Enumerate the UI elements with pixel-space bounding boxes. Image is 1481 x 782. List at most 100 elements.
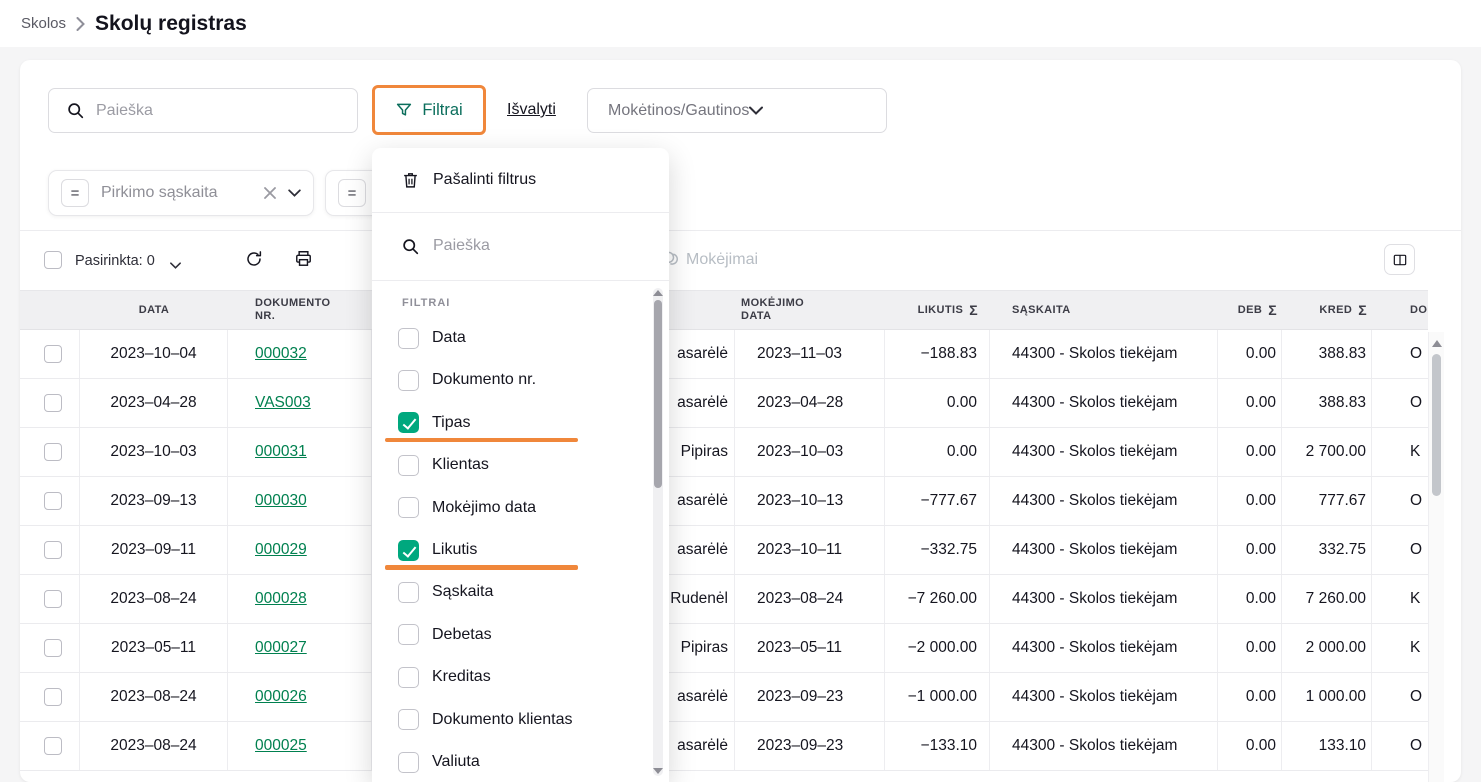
document-link[interactable]: VAS003 [255, 394, 311, 412]
cell-checkbox [20, 624, 80, 672]
filter-option[interactable]: Data [372, 317, 642, 359]
table-scrollbar[interactable] [1428, 332, 1444, 782]
header-payment-date[interactable]: MOKĖJIMO DATA [735, 291, 885, 329]
sum-icon[interactable]: Σ [1358, 304, 1367, 317]
filter-option-label: Valiuta [432, 753, 480, 771]
filter-option[interactable]: Dokumento nr. [372, 359, 642, 401]
row-checkbox[interactable] [44, 639, 62, 657]
page-title: Skolų registras [95, 12, 247, 36]
filter-option-checkbox[interactable] [398, 667, 419, 688]
filter-option-checkbox[interactable] [398, 624, 419, 645]
row-checkbox[interactable] [44, 443, 62, 461]
filters-dropdown-panel: Pašalinti filtrus FILTRAI Data Dokumento… [372, 148, 669, 782]
scrollbar-thumb[interactable] [654, 300, 662, 488]
clear-filters-link[interactable]: Išvalyti [507, 101, 556, 119]
select-all-checkbox[interactable] [44, 251, 62, 269]
filter-option[interactable]: Tipas [372, 402, 642, 444]
filter-option-checkbox[interactable] [398, 328, 419, 349]
document-link[interactable]: 000027 [255, 639, 307, 657]
cell-doc-client: K [1372, 624, 1428, 672]
chevron-down-icon[interactable] [170, 256, 181, 274]
filter-option[interactable]: Valiuta [372, 741, 642, 782]
filter-option[interactable]: Kreditas [372, 656, 642, 698]
row-checkbox[interactable] [44, 492, 62, 510]
filter-option-checkbox[interactable] [398, 370, 419, 391]
chevron-down-icon [749, 106, 868, 115]
document-link[interactable]: 000031 [255, 443, 307, 461]
table-header: DATA DOKUMENTO NR. MOKĖJIMO DATA LIKUTIS… [20, 290, 1428, 330]
filter-option-checkbox[interactable] [398, 540, 419, 561]
document-link[interactable]: 000030 [255, 492, 307, 510]
scroll-down-arrow-icon[interactable] [653, 768, 663, 774]
document-link[interactable]: 000032 [255, 345, 307, 363]
filter-option[interactable]: Sąskaita [372, 571, 642, 613]
scroll-up-arrow-icon[interactable] [1432, 340, 1442, 347]
close-icon[interactable] [264, 187, 276, 199]
cell-payment-date: 2023–09–23 [735, 673, 885, 721]
filter-option-checkbox[interactable] [398, 582, 419, 603]
header-date[interactable]: DATA [80, 291, 228, 329]
row-checkbox[interactable] [44, 737, 62, 755]
cell-doc-client: O [1372, 673, 1428, 721]
document-link[interactable]: 000025 [255, 737, 307, 755]
header-account[interactable]: SĄSKAITA [990, 291, 1218, 329]
row-checkbox[interactable] [44, 394, 62, 412]
filter-option-checkbox[interactable] [398, 709, 419, 730]
sum-icon[interactable]: Σ [969, 304, 978, 317]
type-filter-select[interactable]: Mokėtinos/Gautinos [587, 88, 887, 133]
breadcrumb-parent-link[interactable]: Skolos [21, 15, 66, 32]
header-balance[interactable]: LIKUTIS Σ [885, 291, 990, 329]
cell-account: 44300 - Skolos tiekėjam [990, 722, 1218, 770]
row-checkbox[interactable] [44, 590, 62, 608]
refresh-icon [245, 250, 263, 268]
filter-option-checkbox[interactable] [398, 455, 419, 476]
header-credit[interactable]: KRED Σ [1282, 291, 1372, 329]
header-debit[interactable]: DEB Σ [1218, 291, 1282, 329]
filter-option-checkbox[interactable] [398, 497, 419, 518]
filters-button[interactable]: Filtrai [372, 85, 486, 135]
divider [372, 280, 669, 281]
document-link[interactable]: 000026 [255, 688, 307, 706]
cell-debit: 0.00 [1218, 477, 1282, 525]
filter-chip-label: Pirkimo sąskaita [101, 184, 252, 202]
cell-balance: −777.67 [885, 477, 990, 525]
filter-chip-type[interactable]: = Pirkimo sąskaita [48, 170, 314, 216]
header-doc-client[interactable]: DOKU [1372, 291, 1428, 329]
cell-date: 2023–08–24 [80, 575, 228, 623]
scroll-up-arrow-icon[interactable] [653, 290, 663, 296]
filter-option-checkbox[interactable] [398, 752, 419, 773]
chevron-down-icon[interactable] [288, 189, 301, 197]
filter-option[interactable]: Likutis [372, 529, 642, 571]
table-row: 2023–10–03 000031 Pipiras 2023–10–03 0.0… [20, 428, 1428, 477]
table-row: 2023–08–24 000028 Rudenėl 2023–08–24 −7 … [20, 575, 1428, 624]
filter-option[interactable]: Dokumento klientas [372, 699, 642, 741]
table-row: 2023–08–24 000025 asarėlė 2023–09–23 −13… [20, 722, 1428, 771]
sum-icon[interactable]: Σ [1268, 304, 1277, 317]
cell-account: 44300 - Skolos tiekėjam [990, 477, 1218, 525]
filter-option[interactable]: Klientas [372, 444, 642, 486]
cell-checkbox [20, 575, 80, 623]
row-checkbox[interactable] [44, 688, 62, 706]
search-input[interactable] [96, 102, 343, 120]
scrollbar-thumb[interactable] [1432, 354, 1441, 496]
cell-debit: 0.00 [1218, 526, 1282, 574]
remove-filters-item[interactable]: Pašalinti filtrus [372, 148, 669, 212]
print-button[interactable] [294, 249, 313, 268]
table-row: 2023–10–04 000032 asarėlė 2023–11–03 −18… [20, 330, 1428, 379]
panel-scrollbar[interactable] [653, 288, 663, 776]
filter-option[interactable]: Mokėjimo data [372, 487, 642, 529]
panel-search-input[interactable] [433, 237, 613, 255]
row-checkbox[interactable] [44, 345, 62, 363]
document-link[interactable]: 000029 [255, 541, 307, 559]
type-filter-value: Mokėtinos/Gautinos [608, 102, 749, 120]
table-row: 2023–05–11 000027 Pipiras 2023–05–11 −2 … [20, 624, 1428, 673]
refresh-button[interactable] [245, 250, 263, 268]
header-document-nr[interactable]: DOKUMENTO NR. [228, 291, 372, 329]
search-icon [402, 238, 419, 255]
operator-badge: = [61, 179, 89, 207]
filter-option[interactable]: Debetas [372, 614, 642, 656]
row-checkbox[interactable] [44, 541, 62, 559]
filter-option-checkbox[interactable] [398, 412, 419, 433]
column-settings-button[interactable] [1384, 244, 1415, 275]
document-link[interactable]: 000028 [255, 590, 307, 608]
